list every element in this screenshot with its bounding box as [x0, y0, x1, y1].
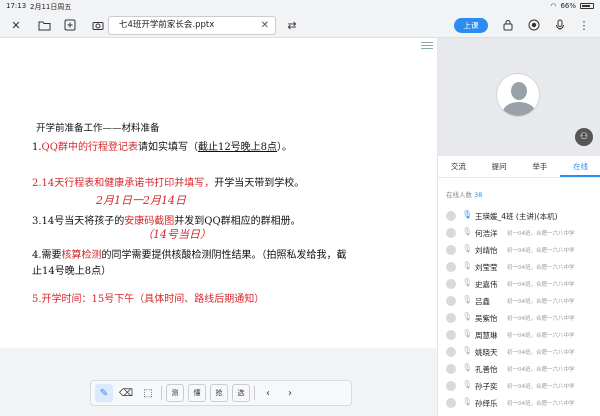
start-class-button[interactable]: 上课: [454, 18, 488, 33]
next-slide-icon[interactable]: ›: [281, 384, 299, 402]
item-1: 1.QQ群中的行程登记表请如实填写（截止12号晚上8点）。: [32, 142, 293, 153]
understand-button[interactable]: 懂: [188, 384, 206, 402]
item-4-line-2: 止14号晚上8点）: [32, 266, 112, 277]
mic-off-icon: 🎙: [462, 295, 473, 304]
wifi-icon: ◠: [550, 2, 557, 10]
status-right: ◠ 66%: [550, 2, 594, 10]
grab-button[interactable]: 抢: [210, 384, 228, 402]
mic-off-icon: 🎙: [462, 329, 473, 338]
online-count: 在线人数 38: [446, 191, 483, 199]
item-2: 2.14天行程表和健康承诺书打印并填写，开学当天带到学校。: [32, 178, 305, 189]
switch-icon[interactable]: ⇄: [284, 17, 300, 33]
tab-chat[interactable]: 交流: [438, 156, 479, 177]
document-title: 七4班开学前家长会.pptx: [119, 20, 215, 30]
mic-off-icon: 🎙: [462, 312, 473, 321]
quiz-button[interactable]: 测: [166, 384, 184, 402]
list-item[interactable]: 🎙 孙子奕 初一04班，合肥一六八中学: [438, 378, 600, 395]
list-item[interactable]: 🎙 吕鑫 初一04班，合肥一六八中学: [438, 293, 600, 310]
mic-off-icon: 🎙: [462, 397, 473, 406]
video-area: ⚇: [438, 38, 600, 156]
avatar: [446, 347, 456, 357]
lock-icon[interactable]: [500, 17, 516, 33]
divider: [254, 386, 255, 400]
avatar: [446, 296, 456, 306]
camera-icon[interactable]: [90, 17, 106, 33]
mic-off-icon: 🎙: [462, 244, 473, 253]
member-list: 🎙 王瑛媛_4班 (主讲)(本机) 🎙 何浩洋 初一04班，合肥一六八中学 🎙 …: [438, 208, 600, 412]
tab-raise-hand[interactable]: 举手: [520, 156, 561, 177]
list-item[interactable]: 🎙 刘靖怡 初一04班，合肥一六八中学: [438, 242, 600, 259]
avatar: [446, 364, 456, 374]
battery-icon: [580, 3, 594, 9]
avatar: [446, 398, 456, 408]
list-item[interactable]: 🎙 何浩洋 初一04班，合肥一六八中学: [438, 225, 600, 242]
list-item[interactable]: 🎙 周慧琳 初一04班，合肥一六八中学: [438, 327, 600, 344]
battery-percent: 66%: [560, 2, 576, 10]
mic-off-icon: 🎙: [462, 346, 473, 355]
mic-icon: 🎙: [462, 210, 473, 219]
mic-off-icon: 🎙: [462, 363, 473, 372]
slide-canvas[interactable]: 开学前准备工作——材料准备 1.QQ群中的行程登记表请如实填写（截止12号晚上8…: [0, 38, 437, 348]
panel-tabs: 交流 提问 举手 在线: [438, 156, 600, 178]
pick-button[interactable]: 选: [232, 384, 250, 402]
top-toolbar: ✕ 七4班开学前家长会.pptx ✕ ⇄ 上课 ⋮: [0, 12, 600, 38]
side-panel: ⚇ 交流 提问 举手 在线 在线人数 38 🎙 王瑛媛_4班 (主讲)(本机) …: [437, 38, 600, 416]
mic-off-icon: 🎙: [462, 227, 473, 236]
status-time: 17:13: [6, 2, 27, 10]
teacher-avatar: [496, 73, 540, 117]
annotation-toolbar: ✎ ⌫ ⬚ 测 懂 抢 选 ‹ ›: [90, 380, 352, 406]
avatar: [446, 381, 456, 391]
list-item[interactable]: 🎙 刘莹莹 初一04班，合肥一六八中学: [438, 259, 600, 276]
list-item[interactable]: 🎙 王瑛媛_4班 (主讲)(本机): [438, 208, 600, 225]
avatar: [446, 330, 456, 340]
item-3: 3.14号当天将孩子的安康码截图并发到QQ群相应的群相册。: [32, 216, 301, 227]
list-item[interactable]: 🎙 吴紫怡 初一04班，合肥一六八中学: [438, 310, 600, 327]
avatar: [446, 279, 456, 289]
eraser-icon[interactable]: ⌫: [117, 384, 135, 402]
slide-menu-icon[interactable]: [421, 40, 433, 50]
status-bar: 17:13 2月11日周五 ◠ 66%: [0, 0, 600, 12]
mic-off-icon: 🎙: [462, 261, 473, 270]
close-icon[interactable]: ✕: [8, 17, 24, 33]
prev-slide-icon[interactable]: ‹: [259, 384, 277, 402]
tab-close-icon[interactable]: ✕: [261, 17, 269, 34]
item-5: 5.开学时间：15号下午（具体时间、路线后期通知）: [32, 294, 265, 305]
status-date: 2月11日周五: [30, 3, 72, 11]
record-icon[interactable]: [526, 17, 542, 33]
divider: [161, 386, 162, 400]
more-icon[interactable]: ⋮: [576, 17, 592, 33]
user-switch-icon[interactable]: ⚇: [575, 128, 593, 146]
add-file-icon[interactable]: [62, 17, 78, 33]
handwritten-note-dates: 2月1日一2月14日: [96, 194, 186, 207]
mic-off-icon: 🎙: [462, 278, 473, 287]
avatar: [446, 313, 456, 323]
slide-heading: 开学前准备工作——材料准备: [36, 123, 160, 134]
item-4: 4.需要核算检测的同学需要提供核酸检测阴性结果。（拍照私发给我，截: [32, 250, 347, 261]
avatar: [446, 262, 456, 272]
pen-icon[interactable]: ✎: [95, 384, 113, 402]
select-icon[interactable]: ⬚: [139, 384, 157, 402]
list-item[interactable]: 🎙 史嘉伟 初一04班，合肥一六八中学: [438, 276, 600, 293]
mic-icon[interactable]: [552, 17, 568, 33]
avatar: [446, 245, 456, 255]
avatar: [446, 228, 456, 238]
tab-question[interactable]: 提问: [479, 156, 520, 177]
mic-off-icon: 🎙: [462, 380, 473, 389]
handwritten-note-14: （14号当日）: [142, 228, 211, 241]
list-item[interactable]: 🎙 姚晓天 初一04班，合肥一六八中学: [438, 344, 600, 361]
list-item[interactable]: 🎙 孙绎乐 初一04班，合肥一六八中学: [438, 395, 600, 412]
folder-icon[interactable]: [36, 17, 52, 33]
avatar: [446, 211, 456, 221]
document-tab[interactable]: 七4班开学前家长会.pptx ✕: [108, 16, 276, 35]
list-item[interactable]: 🎙 孔善怡 初一04班，合肥一六八中学: [438, 361, 600, 378]
tab-online[interactable]: 在线: [560, 156, 600, 177]
